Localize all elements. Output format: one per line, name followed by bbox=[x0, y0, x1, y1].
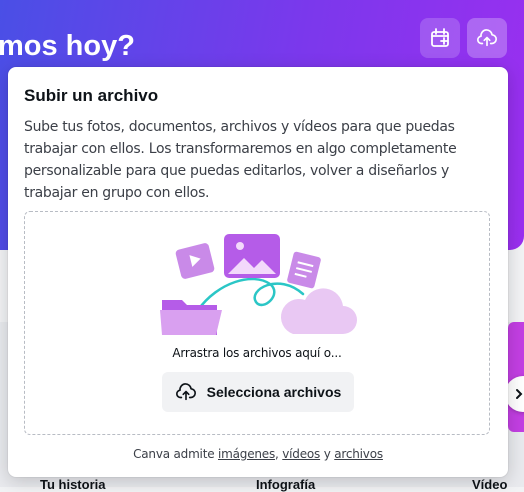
cloud-upload-icon bbox=[175, 383, 196, 401]
upload-panel: Subir un archivo Sube tus fotos, documen… bbox=[8, 67, 508, 477]
panel-title: Subir un archivo bbox=[24, 86, 159, 105]
cloud-upload-icon bbox=[477, 29, 497, 47]
panel-description: Sube tus fotos, documentos, archivos y v… bbox=[24, 119, 457, 201]
category-label[interactable]: Infografía bbox=[256, 477, 315, 492]
upload-illustration bbox=[160, 234, 357, 335]
files-link[interactable]: archivos bbox=[334, 447, 383, 461]
support-sep: y bbox=[320, 447, 335, 461]
chevron-right-icon bbox=[516, 389, 523, 399]
select-files-button[interactable]: Selecciona archivos bbox=[162, 372, 354, 412]
drop-instructions: Arrastra los archivos aquí o... bbox=[172, 346, 342, 360]
videos-link[interactable]: vídeos bbox=[282, 447, 320, 461]
file-dropzone[interactable]: Arrastra los archivos aquí o... Seleccio… bbox=[24, 211, 490, 435]
select-files-label: Selecciona archivos bbox=[206, 384, 342, 400]
images-link[interactable]: imágenes bbox=[218, 447, 275, 461]
support-prefix: Canva admite bbox=[133, 447, 218, 461]
hero-title: mos hoy? bbox=[0, 30, 135, 62]
category-label[interactable]: Vídeo bbox=[472, 477, 507, 492]
upload-button[interactable] bbox=[467, 18, 507, 58]
schedule-button[interactable] bbox=[420, 18, 460, 58]
calendar-edit-icon bbox=[431, 28, 449, 47]
category-label[interactable]: Tu historia bbox=[40, 477, 105, 492]
supported-formats: Canva admite imágenes, vídeos y archivos bbox=[8, 447, 508, 461]
